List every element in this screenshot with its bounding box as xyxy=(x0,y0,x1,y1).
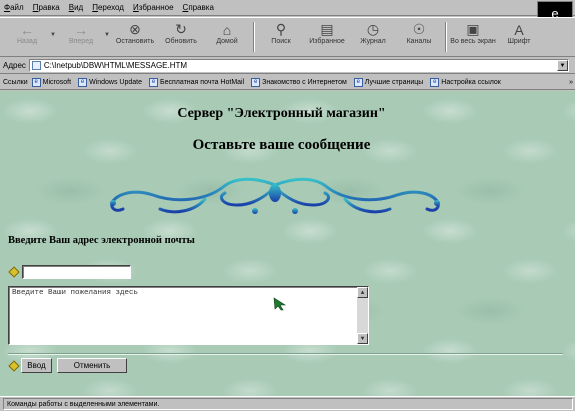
address-dropdown-icon[interactable]: ▼ xyxy=(557,60,568,71)
reset-button[interactable]: Отменить xyxy=(57,358,127,373)
history-button[interactable]: ◷ Журнал xyxy=(350,18,396,56)
address-bar: Адрес C:\Inetpub\DBW\HTML\MESSAGE.HTM ▼ xyxy=(0,58,575,74)
status-bar: Команды работы с выделенными элементами. xyxy=(0,396,575,411)
ie-page-icon: e xyxy=(31,77,41,87)
channels-icon: ☉ xyxy=(412,21,426,37)
address-value: C:\Inetpub\DBW\HTML\MESSAGE.HTM xyxy=(43,61,188,70)
refresh-label: Обновить xyxy=(165,38,197,45)
address-label: Адрес xyxy=(3,61,26,70)
textarea-scrollbar[interactable]: ▲ ▼ xyxy=(357,287,368,344)
links-more-icon[interactable]: » xyxy=(569,79,573,86)
fullscreen-icon: ▣ xyxy=(466,21,480,37)
menu-edit[interactable]: Правка xyxy=(33,3,60,12)
menu-bar: Файл Правка Вид Переход Избранное Справк… xyxy=(0,0,575,16)
menu-favorites[interactable]: Избранное xyxy=(133,3,174,12)
link-windows-update[interactable]: e Windows Update xyxy=(78,77,142,87)
channels-button[interactable]: ☉ Каналы xyxy=(396,18,442,56)
scroll-down-icon[interactable]: ▼ xyxy=(357,333,368,344)
message-text: Введите Ваши пожелания здесь xyxy=(12,289,139,297)
status-text: Команды работы с выделенными элементами. xyxy=(3,398,573,410)
search-icon: ⚲ xyxy=(275,21,287,37)
link-label: Настройка ссылок xyxy=(441,78,501,86)
history-icon: ◷ xyxy=(366,21,380,37)
links-label: Ссылки xyxy=(3,78,28,86)
font-button[interactable]: A Шрифт xyxy=(496,18,542,56)
home-button[interactable]: ⌂ Домой xyxy=(204,18,250,56)
bullet-icon xyxy=(8,360,20,372)
email-label: Введите Ваш адрес электронной почты xyxy=(8,235,195,246)
menu-view[interactable]: Вид xyxy=(69,3,83,12)
toolbar-separator xyxy=(253,22,255,52)
link-label: Бесплатная почта HotMail xyxy=(159,78,245,86)
stop-button[interactable]: ⊗ Остановить xyxy=(112,18,158,56)
message-textarea[interactable]: Введите Ваши пожелания здесь ▲ ▼ xyxy=(8,286,369,345)
search-label: Поиск xyxy=(271,38,291,45)
browser-window: Файл Правка Вид Переход Избранное Справк… xyxy=(0,0,575,411)
submit-button[interactable]: Ввод xyxy=(21,358,52,373)
back-button[interactable]: ← Назад xyxy=(4,18,50,56)
home-icon: ⌂ xyxy=(222,21,232,38)
link-internet-intro[interactable]: e Знакомство с Интернетом xyxy=(251,77,347,87)
email-field[interactable] xyxy=(22,265,131,279)
refresh-icon: ↻ xyxy=(175,21,187,37)
stop-icon: ⊗ xyxy=(129,21,141,37)
back-dropdown-icon[interactable]: ▼ xyxy=(50,18,58,56)
channels-label: Каналы xyxy=(406,38,432,45)
forward-button[interactable]: → Вперед xyxy=(58,18,104,56)
ornament-divider xyxy=(110,177,440,214)
link-label: Microsoft xyxy=(42,78,72,86)
back-arrow-icon: ← xyxy=(20,21,34,38)
forward-dropdown-icon[interactable]: ▼ xyxy=(104,18,112,56)
back-label: Назад xyxy=(16,38,38,45)
links-bar: Ссылки e Microsoft e Windows Update e Беспл… xyxy=(0,75,575,90)
font-label: Шрифт xyxy=(507,38,531,45)
home-label: Домой xyxy=(216,38,238,45)
bullet-icon xyxy=(8,266,20,278)
link-label: Лучшие страницы xyxy=(364,78,424,86)
fullscreen-label: Во весь экран xyxy=(450,38,496,45)
mouse-cursor-icon xyxy=(273,297,287,311)
link-label: Знакомство с Интернетом xyxy=(262,78,347,86)
refresh-button[interactable]: ↻ Обновить xyxy=(158,18,204,56)
ie-page-icon: e xyxy=(353,77,363,87)
history-label: Журнал xyxy=(360,38,386,45)
menu-help[interactable]: Справка xyxy=(183,3,214,12)
link-microsoft[interactable]: e Microsoft xyxy=(31,77,72,87)
menu-file[interactable]: Файл xyxy=(4,3,24,12)
toolbar-separator xyxy=(445,22,447,52)
link-customize[interactable]: e Настройка ссылок xyxy=(430,77,501,87)
link-label: Windows Update xyxy=(89,78,142,86)
font-icon: A xyxy=(514,21,524,38)
link-best-pages[interactable]: e Лучшие страницы xyxy=(353,77,424,87)
ie-page-icon: e xyxy=(78,77,88,87)
search-button[interactable]: ⚲ Поиск xyxy=(258,18,304,56)
stop-label: Остановить xyxy=(115,38,155,45)
toolbar: ← Назад ▼ → Вперед ▼ ⊗ Остановить ↻ Обно… xyxy=(0,17,575,57)
page-title: Сервер "Электронный магазин" xyxy=(177,106,386,121)
page-icon xyxy=(31,61,41,70)
favorites-button[interactable]: ▤ Избранное xyxy=(304,18,350,56)
menu-go[interactable]: Переход xyxy=(92,3,124,12)
divider xyxy=(8,353,563,355)
link-hotmail[interactable]: e Бесплатная почта HotMail xyxy=(148,77,245,87)
favorites-label: Избранное xyxy=(309,38,345,45)
fullscreen-button[interactable]: ▣ Во весь экран xyxy=(450,18,496,56)
ie-page-icon: e xyxy=(251,77,261,87)
forward-arrow-icon: → xyxy=(74,21,88,38)
ie-page-icon: e xyxy=(430,77,440,87)
page-content: Сервер "Электронный магазин" Оставьте ва… xyxy=(0,91,575,396)
scroll-up-icon[interactable]: ▲ xyxy=(357,287,368,298)
forward-label: Вперед xyxy=(68,38,94,45)
page-subtitle: Оставьте ваше сообщение xyxy=(192,137,371,153)
favorites-icon: ▤ xyxy=(320,21,334,37)
address-input[interactable]: C:\Inetpub\DBW\HTML\MESSAGE.HTM ▼ xyxy=(28,59,569,72)
ie-page-icon: e xyxy=(148,77,158,87)
